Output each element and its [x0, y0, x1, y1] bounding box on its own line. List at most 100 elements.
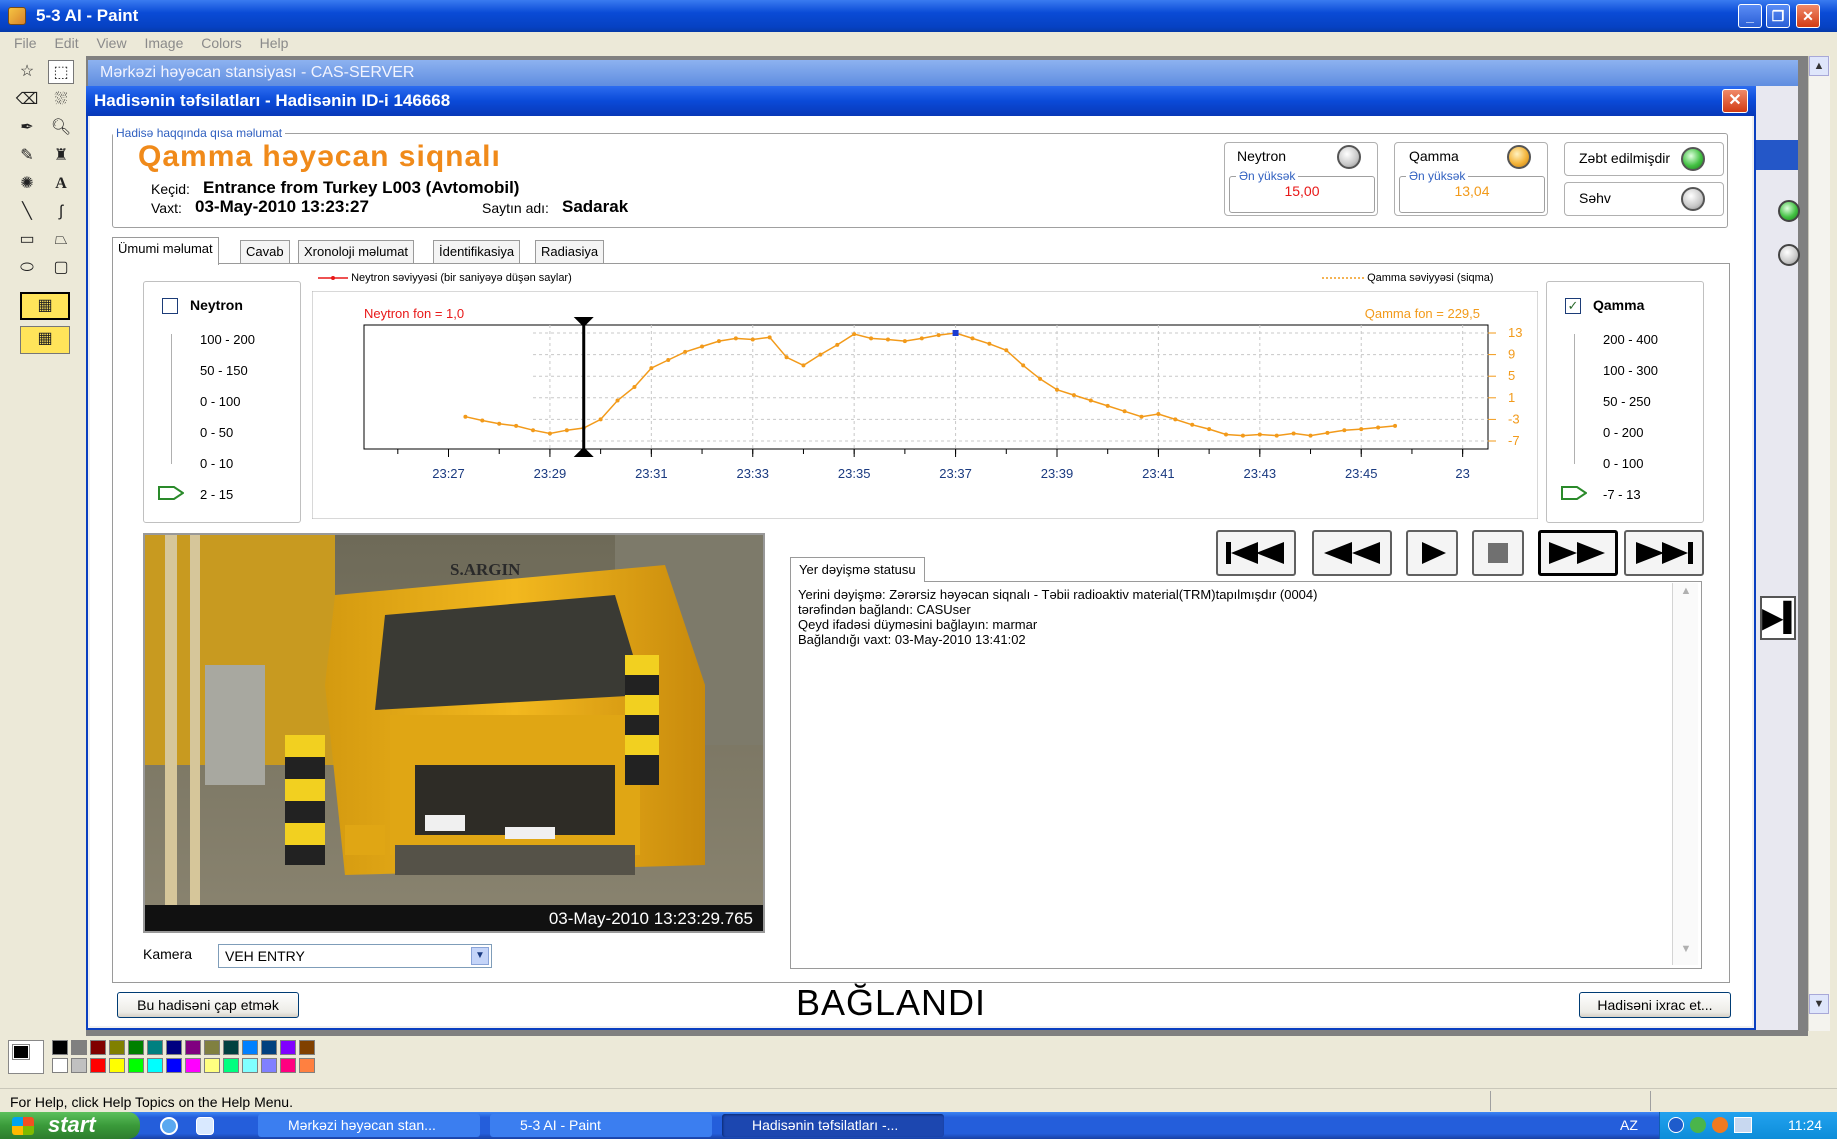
- tray-back-icon[interactable]: [1668, 1117, 1684, 1133]
- neutron-range-item[interactable]: 0 - 50: [200, 425, 233, 440]
- scroll-up-icon[interactable]: ▲: [1809, 56, 1829, 76]
- neutron-range-item[interactable]: 100 - 200: [200, 332, 255, 347]
- tab-identification[interactable]: İdentifikasiya: [433, 240, 521, 264]
- menu-help[interactable]: Help: [260, 35, 289, 51]
- opaque-mode-icon[interactable]: ▦: [20, 292, 70, 320]
- brush-icon[interactable]: ♜: [48, 144, 74, 168]
- start-button[interactable]: start: [0, 1112, 140, 1139]
- tab-general-info[interactable]: Ümumi məlumat: [112, 237, 219, 265]
- scroll-up-icon[interactable]: ▲: [1677, 585, 1695, 603]
- neutron-range-selected[interactable]: 2 - 15: [200, 487, 233, 502]
- color-swatch[interactable]: [109, 1040, 125, 1055]
- gamma-range-item[interactable]: 0 - 100: [1603, 456, 1643, 471]
- ellipse-icon[interactable]: ⬭: [14, 256, 40, 280]
- restore-button[interactable]: ❐: [1766, 4, 1790, 28]
- color-swatch[interactable]: [71, 1040, 87, 1055]
- rectangle-icon[interactable]: ▭: [14, 228, 40, 252]
- color-picker-icon[interactable]: ✒: [14, 116, 40, 140]
- menu-edit[interactable]: Edit: [54, 35, 78, 51]
- dialog-close-button[interactable]: ✕: [1722, 89, 1748, 113]
- color-swatch[interactable]: [299, 1058, 315, 1073]
- polygon-icon[interactable]: ⏢: [48, 228, 74, 252]
- rect-select-icon[interactable]: ⬚: [48, 60, 74, 84]
- export-event-button[interactable]: Hadisəni ixrac et...: [1579, 992, 1731, 1018]
- curve-icon[interactable]: ʃ: [48, 200, 74, 224]
- pencil-icon[interactable]: ✎: [14, 144, 40, 168]
- color-swatch[interactable]: [223, 1040, 239, 1055]
- gamma-range-selected[interactable]: -7 - 13: [1603, 487, 1641, 502]
- color-swatch[interactable]: [128, 1040, 144, 1055]
- transparent-mode-icon[interactable]: ▦: [20, 326, 70, 354]
- color-swatch[interactable]: [261, 1040, 277, 1055]
- stop-button[interactable]: [1472, 530, 1524, 576]
- minimize-button[interactable]: _: [1738, 4, 1762, 28]
- first-button[interactable]: [1216, 530, 1296, 576]
- fast-forward-button[interactable]: [1538, 530, 1618, 576]
- language-indicator[interactable]: AZ: [1620, 1117, 1638, 1133]
- airbrush-icon[interactable]: ✺: [14, 172, 40, 196]
- print-event-button[interactable]: Bu hadisəni çap etmək: [117, 992, 299, 1018]
- chevron-down-icon[interactable]: ▼: [471, 947, 489, 965]
- color-swatch[interactable]: [204, 1040, 220, 1055]
- tab-chronology[interactable]: Xronoloji məlumat: [298, 240, 415, 264]
- background-last-button[interactable]: ▶▍: [1760, 596, 1805, 640]
- fill-bucket-icon[interactable]: ⛆: [48, 88, 74, 112]
- line-icon[interactable]: ╲: [14, 200, 40, 224]
- neutron-range-item[interactable]: 0 - 10: [200, 456, 233, 471]
- color-swatch[interactable]: [90, 1058, 106, 1073]
- color-swatch[interactable]: [185, 1058, 201, 1073]
- tray-network-icon[interactable]: [1734, 1117, 1752, 1133]
- text-icon[interactable]: A: [48, 172, 74, 196]
- color-swatch[interactable]: [166, 1040, 182, 1055]
- ie-quicklaunch-icon[interactable]: [160, 1117, 178, 1135]
- color-swatch[interactable]: [223, 1058, 239, 1073]
- gamma-range-item[interactable]: 50 - 250: [1603, 394, 1651, 409]
- magnifier-icon[interactable]: 🔍︎: [48, 116, 74, 140]
- gamma-range-item[interactable]: 200 - 400: [1603, 332, 1658, 347]
- color-swatch[interactable]: [52, 1040, 68, 1055]
- gamma-range-item[interactable]: 0 - 200: [1603, 425, 1643, 440]
- color-swatch[interactable]: [90, 1040, 106, 1055]
- neutron-slider-thumb-icon[interactable]: [158, 486, 185, 500]
- menu-colors[interactable]: Colors: [201, 35, 241, 51]
- rounded-rect-icon[interactable]: ▢: [48, 256, 74, 280]
- last-button[interactable]: [1624, 530, 1704, 576]
- paint-vertical-scrollbar[interactable]: ▲ ▼: [1808, 56, 1830, 1031]
- menu-view[interactable]: View: [96, 35, 126, 51]
- play-button[interactable]: [1406, 530, 1458, 576]
- color-swatch[interactable]: [52, 1058, 68, 1073]
- desktop-quicklaunch-icon[interactable]: [196, 1117, 214, 1135]
- menu-image[interactable]: Image: [144, 35, 183, 51]
- tray-alert-icon[interactable]: [1712, 1117, 1728, 1133]
- task-event-details-window[interactable]: Hadisənin təfsilatları -...: [722, 1114, 944, 1137]
- color-swatch[interactable]: [261, 1058, 277, 1073]
- gamma-range-item[interactable]: 100 - 300: [1603, 363, 1658, 378]
- neutron-range-item[interactable]: 0 - 100: [200, 394, 240, 409]
- eraser-icon[interactable]: ⌫: [14, 88, 40, 112]
- tab-radiation[interactable]: Radiasiya: [535, 240, 605, 264]
- neutron-range-item[interactable]: 50 - 150: [200, 363, 248, 378]
- color-swatch[interactable]: [147, 1040, 163, 1055]
- neutron-slider-track[interactable]: [171, 334, 172, 464]
- close-button[interactable]: ✕: [1796, 4, 1820, 28]
- tray-app-icon[interactable]: [1690, 1117, 1706, 1133]
- color-swatch[interactable]: [242, 1040, 258, 1055]
- gamma-slider-thumb-icon[interactable]: [1561, 486, 1588, 500]
- camera-select[interactable]: VEH ENTRY ▼: [218, 944, 492, 968]
- rewind-button[interactable]: [1312, 530, 1392, 576]
- tab-response[interactable]: Cavab: [240, 240, 290, 264]
- free-select-icon[interactable]: ☆: [14, 60, 40, 84]
- scroll-down-icon[interactable]: ▼: [1809, 994, 1829, 1014]
- color-swatch[interactable]: [147, 1058, 163, 1073]
- color-swatch[interactable]: [280, 1058, 296, 1073]
- color-swatch[interactable]: [204, 1058, 220, 1073]
- color-swatch[interactable]: [185, 1040, 201, 1055]
- task-cas-window[interactable]: Mərkəzi həyəcan stan...: [258, 1114, 480, 1137]
- color-swatch[interactable]: [166, 1058, 182, 1073]
- gamma-checkbox[interactable]: ✓: [1565, 298, 1581, 314]
- scroll-down-icon[interactable]: ▼: [1677, 943, 1695, 961]
- color-swatch[interactable]: [71, 1058, 87, 1073]
- color-swatch[interactable]: [299, 1040, 315, 1055]
- status-tab[interactable]: Yer dəyişmə statusu: [790, 557, 925, 582]
- color-swatch[interactable]: [242, 1058, 258, 1073]
